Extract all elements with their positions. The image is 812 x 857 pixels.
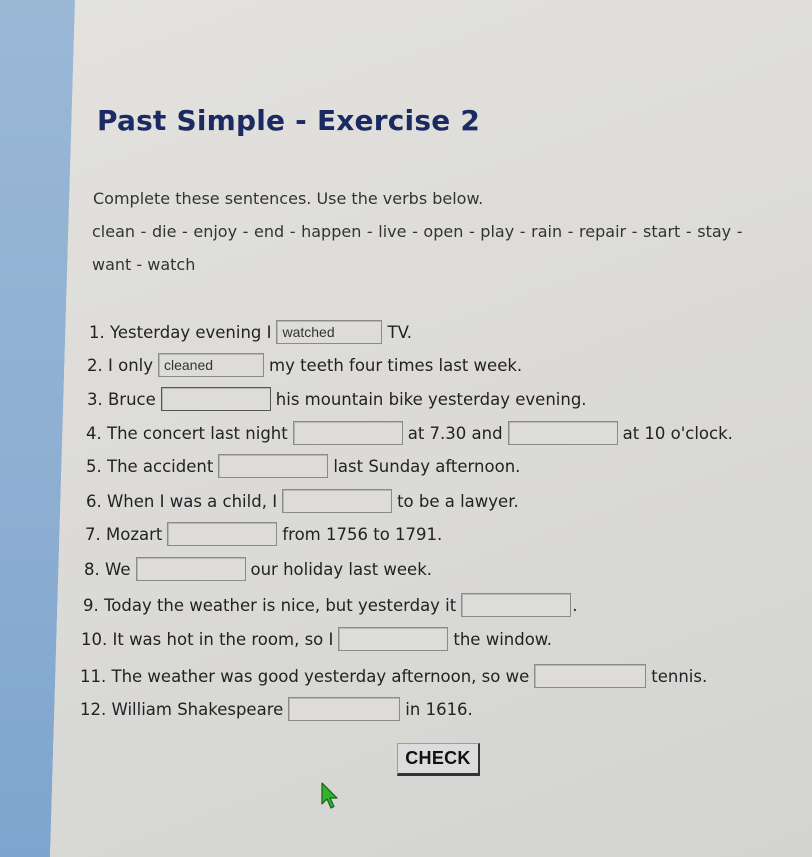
sentence-11: 11. The weather was good yesterday after… (80, 664, 712, 688)
answer-input-2[interactable] (158, 353, 264, 377)
sentence-text: at 7.30 and (407, 423, 503, 443)
sentence-text: 7. Mozart (85, 524, 163, 544)
answer-input-5[interactable] (218, 454, 329, 478)
sentence-text: 10. It was hot in the room, so I (81, 629, 334, 649)
sentence-text: 12. William Shakespeare (80, 699, 284, 719)
answer-input-4a[interactable] (292, 421, 403, 445)
check-button[interactable]: CHECK (397, 743, 480, 776)
sentence-10: 10. It was hot in the room, so I the win… (81, 627, 557, 651)
verb-list-line-2: want - watch (92, 255, 196, 274)
sentence-text: the window. (453, 629, 553, 649)
sentence-text: tennis. (651, 666, 708, 686)
answer-input-4b[interactable] (507, 421, 618, 445)
answer-input-12[interactable] (288, 697, 401, 721)
sentence-1: 1. Yesterday evening I TV. (89, 320, 417, 344)
sentence-6: 6. When I was a child, I to be a lawyer. (86, 489, 524, 513)
sentence-8: 8. We our holiday last week. (84, 557, 437, 581)
sentence-text: last Sunday afternoon. (333, 456, 521, 476)
answer-input-9[interactable] (461, 593, 572, 617)
answer-input-3[interactable] (160, 387, 271, 411)
sentence-text: 3. Bruce (87, 389, 156, 409)
sentence-text: . (572, 595, 578, 615)
sentence-text: TV. (387, 322, 412, 342)
answer-input-6[interactable] (282, 489, 393, 513)
sentence-text: at 10 o'clock. (622, 423, 733, 443)
sentence-12: 12. William Shakespeare in 1616. (80, 697, 478, 721)
instruction-text: Complete these sentences. Use the verbs … (93, 189, 484, 208)
answer-input-10[interactable] (338, 627, 449, 651)
answer-input-11[interactable] (534, 664, 647, 688)
answer-input-7[interactable] (167, 522, 278, 546)
answer-input-1[interactable] (276, 320, 383, 344)
sentence-text: 4. The concert last night (86, 423, 288, 443)
sentence-text: our holiday last week. (250, 559, 433, 579)
sentence-text: to be a lawyer. (397, 491, 519, 511)
sentence-text: 1. Yesterday evening I (89, 322, 272, 342)
sentence-text: 2. I only (87, 355, 153, 375)
sentence-text: his mountain bike yesterday evening. (275, 389, 587, 409)
sentence-7: 7. Mozart from 1756 to 1791. (85, 522, 447, 546)
sentence-5: 5. The accident last Sunday afternoon. (86, 454, 525, 478)
sentence-text: in 1616. (405, 699, 473, 719)
sentence-text: 5. The accident (86, 456, 214, 476)
page-title: Past Simple - Exercise 2 (97, 104, 481, 137)
verb-list-line-1: clean - die - enjoy - end - happen - liv… (92, 222, 743, 241)
sentence-text: my teeth four times last week. (269, 355, 523, 375)
sentence-9: 9. Today the weather is nice, but yester… (83, 593, 583, 617)
sentence-text: 8. We (84, 559, 131, 579)
sentence-text: 9. Today the weather is nice, but yester… (83, 595, 457, 615)
sentence-3: 3. Bruce his mountain bike yesterday eve… (87, 387, 592, 411)
sentence-text: 6. When I was a child, I (86, 491, 278, 511)
sentence-text: 11. The weather was good yesterday after… (80, 666, 530, 686)
answer-input-8[interactable] (135, 557, 246, 581)
sentence-text: from 1756 to 1791. (282, 524, 443, 544)
sentence-4: 4. The concert last night at 7.30 and at… (86, 421, 738, 445)
sentence-2: 2. I only my teeth four times last week. (87, 353, 527, 377)
mouse-cursor-icon (321, 782, 338, 809)
